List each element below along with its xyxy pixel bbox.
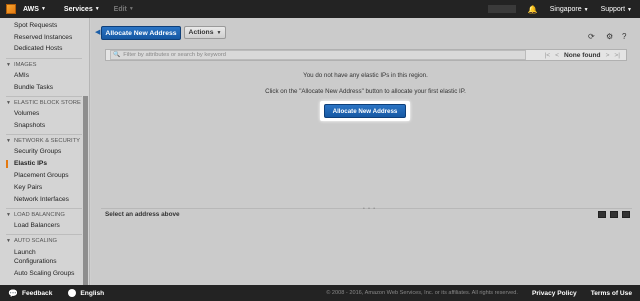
- chevron-down-icon: ▼: [216, 29, 222, 36]
- chevron-down-icon: ▼: [128, 6, 134, 12]
- allocate-new-address-button[interactable]: Allocate New Address: [101, 26, 181, 40]
- empty-message: You do not have any elastic IPs in this …: [303, 72, 428, 79]
- chevron-down-icon: ▼: [94, 6, 100, 12]
- sidebar-item-bundle-tasks[interactable]: Bundle Tasks: [14, 84, 53, 91]
- first-page-icon[interactable]: |<: [545, 52, 551, 59]
- footer: 💬 Feedback English © 2008 - 2016, Amazon …: [0, 285, 640, 301]
- globe-icon: [68, 289, 77, 297]
- section-heading-images[interactable]: ▼ IMAGES: [6, 62, 37, 68]
- chat-bubble-icon: 💬: [8, 288, 18, 298]
- empty-instruction: Click on the "Allocate New Address" butt…: [265, 88, 466, 95]
- aws-menu[interactable]: AWS ▼: [23, 6, 46, 13]
- divider: [6, 96, 82, 97]
- triangle-down-icon: ▼: [6, 62, 11, 68]
- detail-placeholder: Select an address above: [105, 211, 180, 218]
- sidebar-item-network-interfaces[interactable]: Network Interfaces: [14, 196, 69, 203]
- aws-cube-icon[interactable]: [6, 4, 16, 14]
- region-menu[interactable]: Singapore ▼: [550, 6, 589, 13]
- sidebar-item-auto-scaling-groups[interactable]: Auto Scaling Groups: [14, 270, 74, 277]
- divider: [6, 234, 82, 235]
- triangle-down-icon: ▼: [6, 138, 11, 144]
- sidebar-scrollbar[interactable]: [83, 96, 88, 285]
- language-selector[interactable]: English: [68, 289, 104, 297]
- top-nav: AWS ▼ Services ▼ Edit ▼ 🔔 Singapore ▼ Suppo…: [0, 0, 640, 18]
- sidebar-item-elastic-ips[interactable]: Elastic IPs: [6, 160, 47, 168]
- divider: [6, 58, 82, 59]
- sidebar-item-spot-requests[interactable]: Spot Requests: [14, 22, 57, 29]
- top-pane-icon[interactable]: [622, 211, 630, 218]
- search-input[interactable]: 🔍 Filter by attributes or search by keyw…: [110, 50, 526, 60]
- sidebar: Spot Requests Reserved Instances Dedicat…: [0, 18, 90, 285]
- sidebar-item-security-groups[interactable]: Security Groups: [14, 148, 61, 155]
- view-toggle: [598, 211, 630, 218]
- results-count: None found: [563, 51, 601, 59]
- prev-page-icon[interactable]: <: [555, 52, 559, 59]
- privacy-policy-link[interactable]: Privacy Policy: [532, 290, 577, 297]
- allocate-new-address-center-button[interactable]: Allocate New Address: [324, 104, 406, 118]
- sidebar-item-key-pairs[interactable]: Key Pairs: [14, 184, 42, 191]
- search-icon: 🔍: [113, 52, 121, 58]
- sidebar-item-placement-groups[interactable]: Placement Groups: [14, 172, 69, 179]
- main-panel: ◀ Allocate New Address Actions ▼ ⟳ ⚙ ? 🔍 …: [91, 18, 640, 285]
- chevron-down-icon: ▼: [583, 6, 589, 13]
- split-pane-icon[interactable]: [610, 211, 618, 218]
- divider: [6, 134, 82, 135]
- section-heading-auto-scaling[interactable]: ▼ AUTO SCALING: [6, 238, 57, 244]
- section-heading-load-balancing[interactable]: ▼ LOAD BALANCING: [6, 212, 65, 218]
- chevron-down-icon: ▼: [40, 6, 46, 12]
- services-menu[interactable]: Services ▼: [64, 6, 100, 13]
- feedback-link[interactable]: 💬 Feedback: [8, 289, 52, 298]
- bell-icon[interactable]: 🔔: [528, 5, 538, 14]
- sidebar-item-volumes[interactable]: Volumes: [14, 110, 39, 117]
- resize-grip-icon[interactable]: • • •: [363, 206, 376, 212]
- sidebar-item-load-balancers[interactable]: Load Balancers: [14, 222, 60, 229]
- account-menu[interactable]: [487, 5, 516, 13]
- triangle-down-icon: ▼: [6, 212, 11, 218]
- refresh-icon[interactable]: ⟳: [588, 32, 595, 41]
- section-heading-ebs[interactable]: ▼ ELASTIC BLOCK STORE: [6, 100, 81, 106]
- sidebar-item-launch-configurations[interactable]: Launch Configurations: [14, 248, 64, 266]
- sidebar-item-snapshots[interactable]: Snapshots: [14, 122, 45, 129]
- chevron-down-icon: ▼: [627, 6, 632, 13]
- triangle-down-icon: ▼: [6, 100, 11, 106]
- divider: [6, 208, 82, 209]
- triangle-down-icon: ▼: [6, 238, 11, 244]
- next-page-icon[interactable]: >: [606, 52, 610, 59]
- copyright-text: © 2008 - 2016, Amazon Web Services, Inc.…: [326, 290, 518, 296]
- pagination: |< < None found > >|: [545, 50, 621, 60]
- last-page-icon[interactable]: >|: [614, 52, 620, 59]
- actions-dropdown[interactable]: Actions ▼: [184, 26, 226, 39]
- gear-icon[interactable]: ⚙: [606, 32, 613, 41]
- bottom-pane-icon[interactable]: [598, 211, 606, 218]
- support-menu[interactable]: Support ▼: [601, 6, 632, 13]
- sidebar-item-amis[interactable]: AMIs: [14, 72, 29, 79]
- allocate-center-wrapper: Allocate New Address: [320, 101, 410, 121]
- sidebar-item-reserved-instances[interactable]: Reserved Instances: [14, 34, 72, 41]
- edit-menu[interactable]: Edit ▼: [114, 6, 134, 13]
- terms-of-use-link[interactable]: Terms of Use: [591, 290, 632, 297]
- filter-bar: 🔍 Filter by attributes or search by keyw…: [105, 49, 627, 61]
- section-heading-network-security[interactable]: ▼ NETWORK & SECURITY: [6, 138, 80, 144]
- help-icon[interactable]: ?: [622, 32, 626, 41]
- sidebar-item-dedicated-hosts[interactable]: Dedicated Hosts: [14, 45, 62, 52]
